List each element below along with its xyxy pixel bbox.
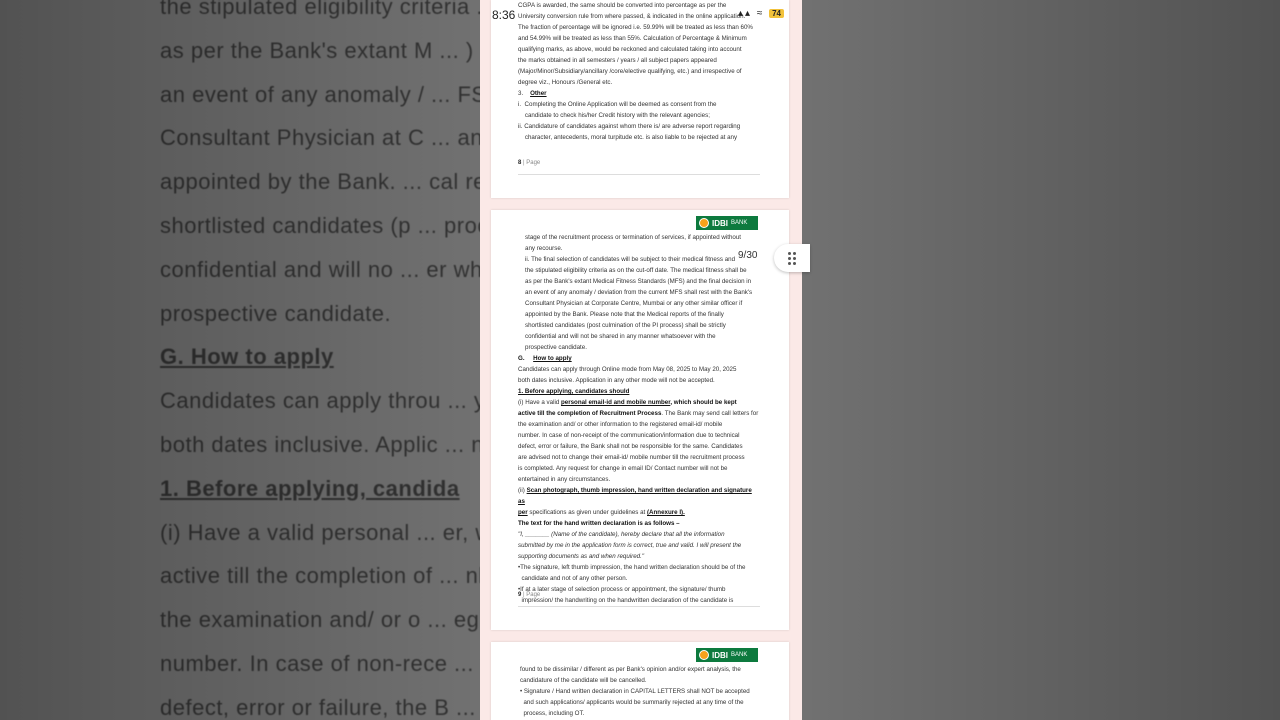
drag-handle-button[interactable] [774, 244, 810, 272]
text-line: entertained in any circumstances. [518, 476, 611, 483]
list-item: i. Completing the Online Application wil… [518, 101, 717, 108]
page-indicator: 9/30 [738, 250, 758, 261]
status-bar: 8:36 ▴▴ ≈ 74 [480, 0, 802, 30]
text-line: Candidates can apply through Online mode… [518, 366, 737, 373]
text-line: stage of the recruitment process or term… [525, 234, 741, 241]
text-line: shortlisted candidates (post culmination… [525, 322, 726, 329]
text-line: the stipulated eligibility criteria as o… [525, 267, 747, 274]
section-number: 3. [518, 90, 524, 97]
text-line: is completed. Any request for change in … [518, 465, 728, 472]
text-line: any recourse. [525, 245, 563, 252]
text-line: qualifying marks, as above, would be rec… [518, 46, 742, 53]
declaration-line: submitted by me in the application form … [518, 542, 742, 549]
bullet-item: candidate and not of any other person. [518, 575, 628, 582]
text-line: confidential and will not be shared in a… [525, 333, 716, 340]
declaration-heading: The text for the hand written declaratio… [518, 520, 680, 527]
section-g-title: How to apply [533, 355, 572, 362]
page-footer-9: 9 | Page [518, 592, 541, 598]
section-g-number: G. [518, 355, 525, 362]
text-line: number. In case of non-receipt of the co… [518, 432, 740, 439]
idbi-logo-icon [699, 650, 709, 660]
page9-body: stage of the recruitment process or term… [518, 232, 760, 606]
text-line: (Major/Minor/Subsidiary/ancillary /core/… [518, 68, 742, 75]
text-line: and 54.99% will be treated as less than … [518, 35, 747, 42]
status-time: 8:36 [492, 8, 516, 22]
item-i: (i) Have a valid personal email-id and m… [518, 399, 759, 417]
right-shade [802, 0, 1280, 720]
text-line: degree viz., Honours /General etc. [518, 79, 613, 86]
phone-screen: 8:36 ▴▴ ≈ 74 CGPA is awarded, the same s… [480, 0, 802, 720]
page-footer-8: 8 | Page [518, 160, 541, 166]
grip-dots-icon [788, 251, 796, 265]
idbi-bank-logo: IDBI BANK [696, 216, 758, 230]
list-item: ii. Candidature of candidates against wh… [518, 123, 741, 130]
text-line: and such applications/ applicants would … [520, 699, 744, 706]
text-line: • Signature / Hand written declaration i… [520, 688, 750, 695]
item-ii: (ii) Scan photograph, thumb impression, … [518, 487, 752, 516]
bullet-item: •If at a later stage of selection proces… [518, 586, 726, 593]
subsection-before-applying: 1. Before applying, candidates should [518, 388, 630, 395]
pdf-page-9: IDBI BANK stage of the recruitment proce… [491, 210, 789, 630]
text-line: ii. The final selection of candidates wi… [525, 256, 736, 263]
idbi-bank-logo: IDBI BANK [696, 648, 758, 662]
list-item: character, antecedents, moral turpitude … [518, 134, 738, 141]
text-line: both dates inclusive. Application in any… [518, 377, 715, 384]
section-title-other: Other [530, 90, 547, 97]
status-icons: ▴▴ ≈ 74 [738, 8, 784, 19]
text-line: Consultant Physician at Corporate Centre… [525, 300, 743, 307]
text-line: the examination and/ or other informatio… [518, 421, 723, 428]
bullet-item: •The signature, left thumb impression, t… [518, 564, 746, 571]
wifi-icon: ≈ [756, 8, 765, 19]
text-line: prospective candidate. [525, 344, 587, 351]
text-line: appointed by the Bank. Please note that … [525, 311, 724, 318]
text-line: found to be dissimilar / different as pe… [520, 666, 741, 673]
declaration-line: "I, _______ (Name of the candidate), her… [518, 531, 725, 538]
bullet-item: impression/ the handwriting on the handw… [518, 597, 734, 604]
pdf-page-10: IDBI BANK found to be dissimilar / diffe… [491, 642, 789, 720]
text-line: process, including OT. [520, 710, 585, 717]
page10-body: found to be dissimilar / different as pe… [520, 664, 760, 719]
text-line: an event of any anomaly / deviation from… [525, 289, 753, 296]
text-line: are advised not to change their email-id… [518, 454, 745, 461]
text-line: candidature of the candidate will be can… [520, 677, 647, 684]
idbi-logo-icon [699, 218, 709, 228]
footer-rule [518, 174, 760, 175]
text-line: as per the Bank's extant Medical Fitness… [525, 278, 752, 285]
declaration-line: supporting documents as and when require… [518, 553, 645, 560]
text-line: the marks obtained in all semesters / ye… [518, 57, 717, 64]
text-line: defect, error or failure, the Bank shall… [518, 443, 743, 450]
footer-rule [518, 606, 760, 607]
battery-icon: 74 [769, 9, 784, 18]
left-shade [0, 0, 480, 720]
signal-icon: ▴▴ [737, 8, 753, 19]
list-item: candidate to check his/her Credit histor… [518, 112, 710, 119]
